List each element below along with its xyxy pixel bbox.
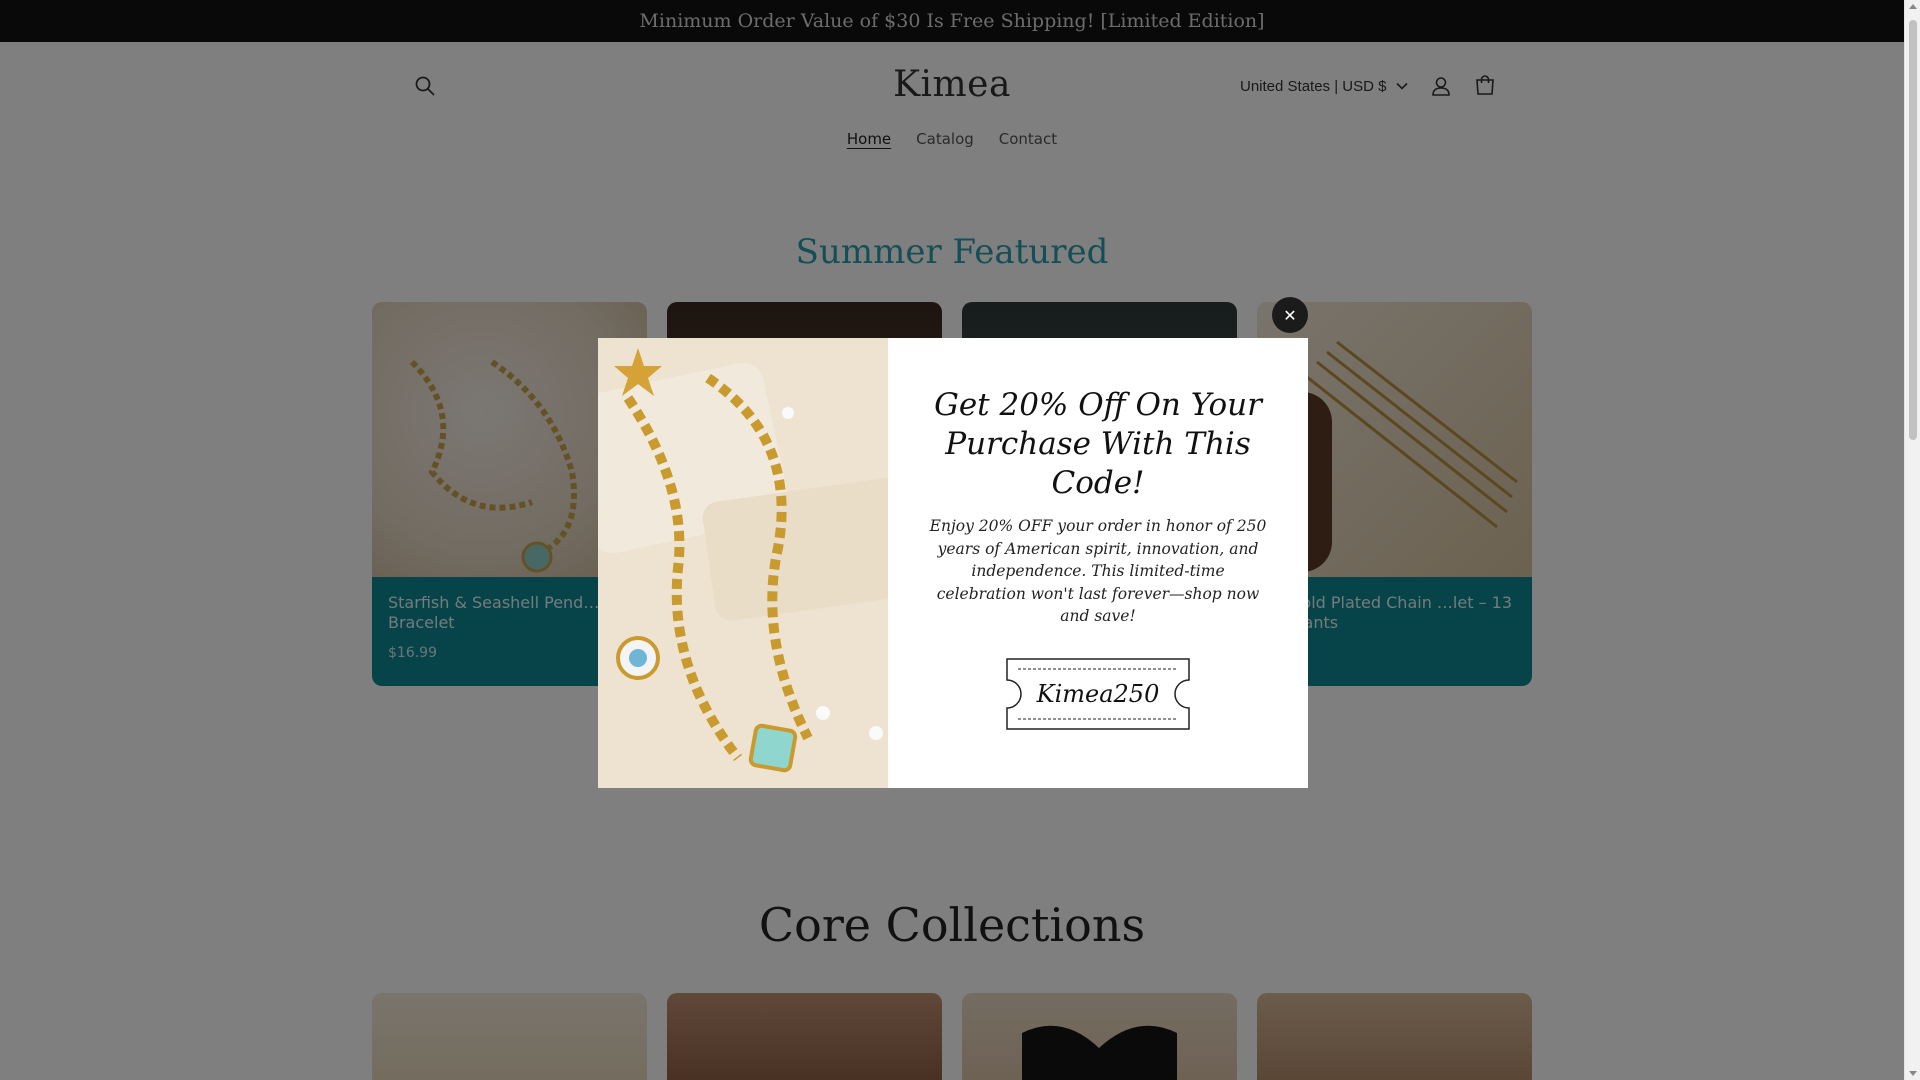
discount-popup: Get 20% Off On Your Purchase With This C… (598, 338, 1308, 788)
close-icon: ✕ (1283, 305, 1297, 325)
popup-content: Get 20% Off On Your Purchase With This C… (888, 338, 1308, 788)
popup-description: Enjoy 20% OFF your order in honor of 250… (929, 517, 1267, 625)
close-popup-button[interactable]: ✕ (1272, 297, 1308, 333)
coupon-code: Kimea250 (1036, 679, 1160, 708)
page-scrollbar[interactable] (1904, 0, 1920, 1080)
coupon-code-box[interactable]: Kimea250 (1006, 657, 1190, 730)
popup-image (598, 338, 888, 788)
scrollbar-thumb[interactable] (1909, 20, 1917, 440)
scroll-down-arrow-icon[interactable] (1909, 1071, 1917, 1076)
popup-heading: Get 20% Off On Your Purchase With This C… (934, 387, 1262, 501)
scroll-up-arrow-icon[interactable] (1909, 4, 1917, 9)
